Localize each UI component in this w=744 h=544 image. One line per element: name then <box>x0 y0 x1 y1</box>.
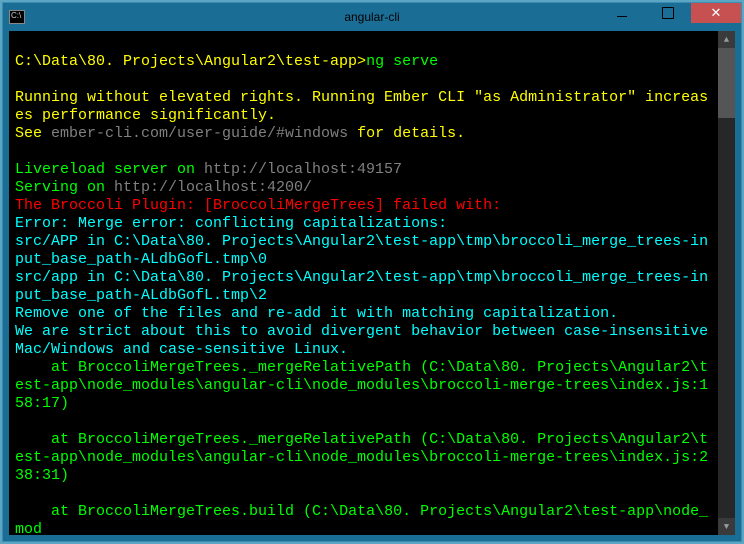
strict-hint: We are strict about this to avoid diverg… <box>15 323 717 358</box>
warn-see: See <box>15 125 51 142</box>
scroll-thumb[interactable] <box>718 48 735 118</box>
window-controls: ✕ <box>599 3 741 23</box>
prompt-command: ng serve <box>366 53 438 70</box>
broccoli-fail-line: The Broccoli Plugin: [BroccoliMergeTrees… <box>15 197 501 214</box>
serving-url: http://localhost:4200/ <box>114 179 312 196</box>
stack-trace-3: at BroccoliMergeTrees.build (C:\Data\80.… <box>15 503 708 535</box>
minimize-button[interactable] <box>599 3 645 23</box>
warn-line: Running without elevated rights. Running… <box>15 89 708 124</box>
src-app-upper: src/APP in C:\Data\80. Projects\Angular2… <box>15 233 708 268</box>
cmd-icon: C:\ <box>9 10 25 24</box>
window-title: angular-cli <box>344 10 399 24</box>
close-button[interactable]: ✕ <box>691 3 741 23</box>
terminal-window: C:\ angular-cli ✕ C:\Data\80. Projects\A… <box>2 2 742 542</box>
warn-link: ember-cli.com/user-guide/#windows <box>51 125 348 142</box>
livereload-url: http://localhost:49157 <box>204 161 402 178</box>
remove-hint: Remove one of the files and re-add it wi… <box>15 305 618 322</box>
scroll-up-icon[interactable]: ▲ <box>718 31 735 48</box>
vertical-scrollbar[interactable]: ▲ ▼ <box>718 31 735 535</box>
src-app-lower: src/app in C:\Data\80. Projects\Angular2… <box>15 269 708 304</box>
error-line: Error: Merge error: conflicting capitali… <box>15 215 447 232</box>
titlebar[interactable]: C:\ angular-cli ✕ <box>3 3 741 31</box>
terminal-body[interactable]: C:\Data\80. Projects\Angular2\test-app>n… <box>9 31 735 535</box>
prompt-path: C:\Data\80. Projects\Angular2\test-app> <box>15 53 366 70</box>
terminal-output: C:\Data\80. Projects\Angular2\test-app>n… <box>15 35 731 535</box>
serving-label: Serving on <box>15 179 114 196</box>
warn-details: for details. <box>348 125 465 142</box>
maximize-button[interactable] <box>645 3 691 23</box>
stack-trace-2: at BroccoliMergeTrees._mergeRelativePath… <box>15 431 708 484</box>
livereload-label: Livereload server on <box>15 161 204 178</box>
stack-trace-1: at BroccoliMergeTrees._mergeRelativePath… <box>15 359 708 412</box>
scroll-down-icon[interactable]: ▼ <box>718 518 735 535</box>
